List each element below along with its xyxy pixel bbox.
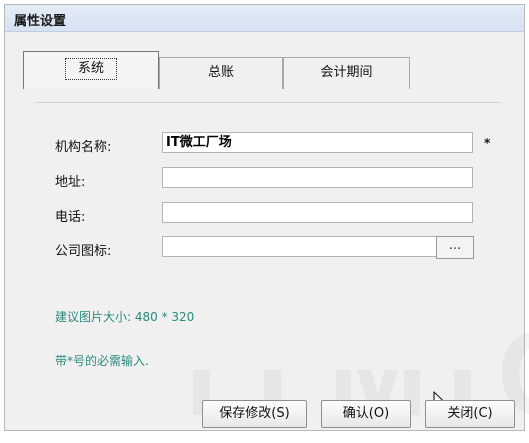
- org-name-field[interactable]: IT微工厂场: [162, 132, 473, 153]
- system-tab-panel: 机构名称: IT微工厂场 * 地址: 电话: 公司图标: ... 建议图片大小:…: [35, 102, 501, 414]
- logo-path-field[interactable]: [162, 236, 437, 257]
- phone-field[interactable]: [162, 202, 473, 223]
- address-input[interactable]: [166, 168, 472, 187]
- tab-accounting-period-label: 会计期间: [320, 65, 373, 80]
- org-name-label: 机构名称:: [55, 140, 112, 155]
- logo-path-input[interactable]: [166, 237, 436, 256]
- tab-general-ledger-label: 总账: [207, 65, 234, 80]
- tab-system-label: 系统: [64, 58, 117, 80]
- tab-general-ledger[interactable]: 总账: [159, 57, 283, 89]
- address-field[interactable]: [162, 167, 473, 188]
- tab-system[interactable]: 系统: [23, 51, 159, 89]
- confirm-button[interactable]: 确认(O): [321, 400, 411, 428]
- title-bar[interactable]: 属性设置: [5, 5, 524, 32]
- tab-strip: 系统 总账 会计期间: [23, 49, 503, 89]
- logo-label: 公司图标:: [55, 244, 112, 259]
- browse-button[interactable]: ...: [436, 236, 474, 259]
- save-changes-button[interactable]: 保存修改(S): [202, 400, 307, 428]
- phone-input[interactable]: [166, 203, 472, 222]
- address-label: 地址:: [55, 175, 86, 190]
- close-button[interactable]: 关闭(C): [425, 400, 515, 428]
- required-mark: *: [484, 136, 491, 150]
- properties-dialog: 属性设置 ITMIC 系统 总账 会计期间 机构名称: IT微工厂场 * 地址:…: [4, 4, 529, 441]
- phone-label: 电话:: [55, 210, 86, 225]
- required-note: 带*号的必需输入.: [55, 354, 149, 368]
- image-size-hint: 建议图片大小: 480 * 320: [55, 310, 195, 324]
- dialog-title: 属性设置: [14, 14, 67, 29]
- tab-accounting-period[interactable]: 会计期间: [283, 57, 410, 89]
- org-name-value: IT微工厂场: [166, 135, 232, 150]
